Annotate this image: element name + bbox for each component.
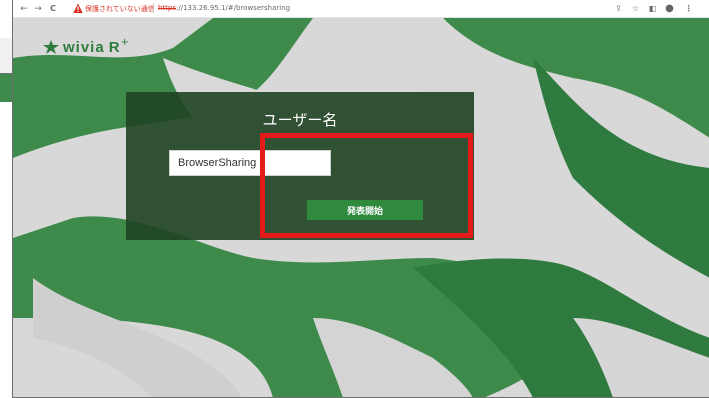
username-heading: ユーザー名 [262,111,338,129]
url-text: ://133.26.95.1/#/browsersharing [176,4,291,12]
security-warning-text[interactable]: 保護されていない通信 [85,4,155,14]
leaf-star-icon [43,40,59,54]
forward-icon[interactable]: → [33,3,43,15]
url-separator [153,3,154,13]
reload-icon[interactable]: C [48,3,58,15]
wivia-logo: wivia R + [43,36,129,56]
logo-suffix: R [108,38,120,56]
menu-icon[interactable]: ⋮ [683,3,694,15]
back-icon[interactable]: ← [19,3,29,15]
logo-text: wivia [63,38,105,56]
background-window-green [0,74,12,102]
background-window-strip [0,0,12,398]
url-scheme: https [158,4,177,12]
address-bar[interactable]: https://133.26.95.1/#/browsersharing [158,4,290,12]
screenshot-stage: ← → C 保護されていない通信 https://133.26.95.1/#/b… [0,0,709,398]
profile-icon[interactable]: ● [664,3,675,15]
sidebar-icon[interactable]: ◧ [647,3,658,15]
background-window-top [0,0,12,38]
share-icon[interactable]: ⇪ [613,3,624,15]
logo-superscript: + [120,36,129,48]
bookmark-star-icon[interactable]: ☆ [630,3,641,15]
highlight-box [260,133,473,238]
warning-icon[interactable] [73,3,83,14]
background-window-panel [0,38,12,74]
browser-toolbar: ← → C 保護されていない通信 https://133.26.95.1/#/b… [13,0,709,18]
